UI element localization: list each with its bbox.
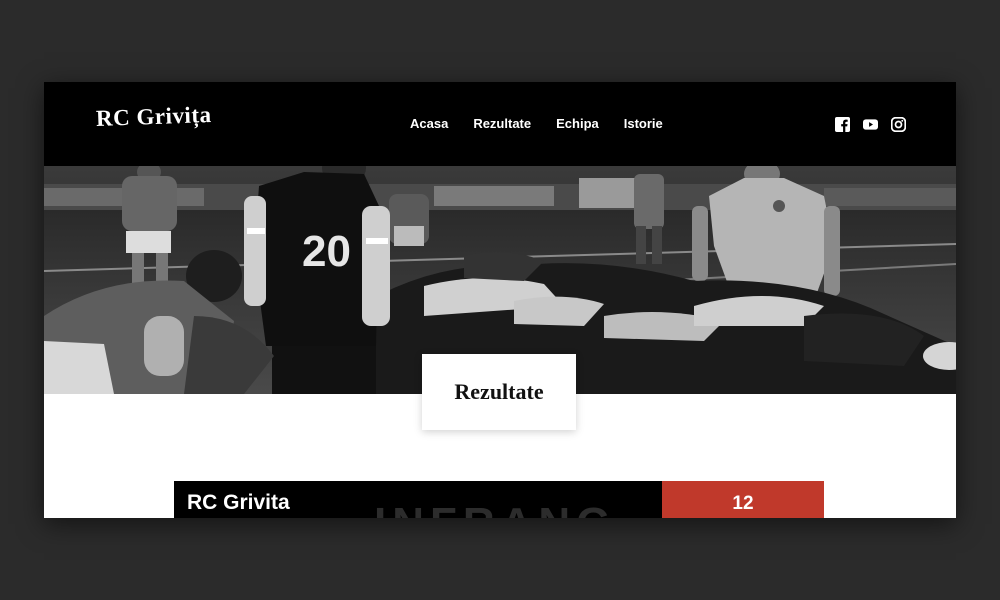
jersey-number: 20 [302,227,351,276]
instagram-icon[interactable] [891,117,906,132]
result-card[interactable]: INFRANG RC Grivita 12 [174,481,824,518]
site-header: RC Grivița Acasa Rezultate Echipa Istori… [44,82,956,166]
nav-item-echipa[interactable]: Echipa [556,116,599,131]
social-links [835,117,906,132]
youtube-icon[interactable] [863,117,878,132]
nav-item-rezultate[interactable]: Rezultate [473,116,531,131]
main-nav: Acasa Rezultate Echipa Istorie [410,116,663,131]
browser-frame: RC Grivița Acasa Rezultate Echipa Istori… [44,82,956,518]
page-title: Rezultate [454,379,544,404]
nav-item-istorie[interactable]: Istorie [624,116,663,131]
result-watermark: INFRANG [374,499,616,518]
nav-item-acasa[interactable]: Acasa [410,116,448,131]
score-value: 12 [732,493,754,514]
team-name: RC Grivita [187,491,290,514]
page-title-card: Rezultate [422,354,576,430]
score-box: 12 [662,481,824,518]
site-logo[interactable]: RC Grivița [96,102,212,132]
facebook-icon[interactable] [835,117,850,132]
